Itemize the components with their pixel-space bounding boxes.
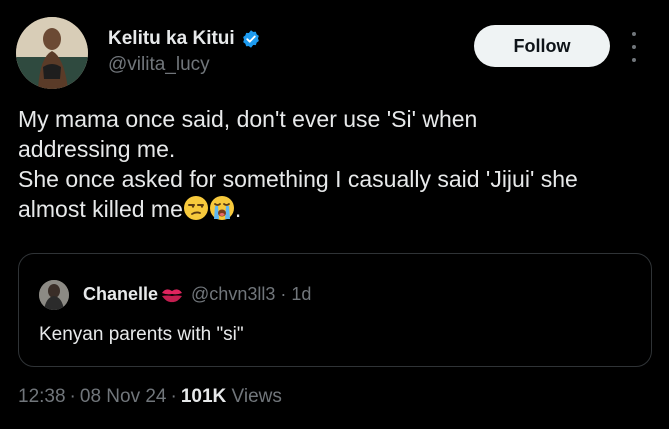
meta-separator: · bbox=[170, 386, 177, 407]
verified-badge-icon bbox=[242, 30, 259, 48]
author-name-text[interactable]: Kelitu ka Kitui bbox=[108, 28, 235, 50]
quote-header: Chanelle @chvn3ll3 · 1d bbox=[83, 284, 311, 305]
tweet-text: My mama once said, don't ever use 'Si' w… bbox=[18, 104, 658, 224]
more-vertical-icon[interactable] bbox=[626, 32, 642, 62]
tweet-line-3: She once asked for something I casually … bbox=[18, 166, 578, 192]
tweet-line-4-end: . bbox=[234, 196, 242, 222]
more-dot bbox=[632, 32, 636, 36]
quote-avatar-photo-icon bbox=[39, 280, 69, 310]
kiss-mark-icon bbox=[162, 288, 183, 302]
quote-author-handle[interactable]: @chvn3ll3 bbox=[191, 284, 275, 305]
unamused-face-icon bbox=[183, 196, 208, 220]
tweet-date[interactable]: 08 Nov 24 bbox=[80, 386, 167, 407]
quote-text: Kenyan parents with "si" bbox=[39, 324, 244, 345]
quote-avatar[interactable] bbox=[39, 280, 69, 310]
quoted-tweet-card[interactable]: Chanelle @chvn3ll3 · 1d Kenyan parents w… bbox=[18, 253, 652, 367]
tweet-line-4-text: almost killed me bbox=[18, 196, 183, 222]
author-avatar[interactable] bbox=[16, 17, 88, 89]
follow-button[interactable]: Follow bbox=[474, 25, 610, 67]
tweet-meta: 12:38 · 08 Nov 24 · 101K Views bbox=[18, 386, 282, 408]
author-name[interactable]: Kelitu ka Kitui bbox=[108, 28, 261, 50]
more-dot bbox=[632, 58, 636, 62]
tweet-time[interactable]: 12:38 bbox=[18, 386, 66, 407]
tweet-line-4: almost killed me . bbox=[18, 194, 658, 224]
loudly-crying-face-icon bbox=[209, 196, 234, 220]
quote-author-name[interactable]: Chanelle bbox=[83, 284, 158, 305]
tweet-line-2: addressing me. bbox=[18, 136, 176, 162]
quote-timestamp[interactable]: 1d bbox=[291, 284, 311, 305]
meta-separator: · bbox=[69, 386, 76, 407]
quote-separator: · bbox=[280, 284, 287, 304]
more-dot bbox=[632, 45, 636, 49]
avatar-photo-icon bbox=[16, 17, 88, 89]
views-label: Views bbox=[231, 386, 282, 407]
author-handle[interactable]: @vilita_lucy bbox=[108, 54, 210, 76]
tweet-line-1: My mama once said, don't ever use 'Si' w… bbox=[18, 106, 478, 132]
views-count: 101K bbox=[180, 386, 227, 407]
